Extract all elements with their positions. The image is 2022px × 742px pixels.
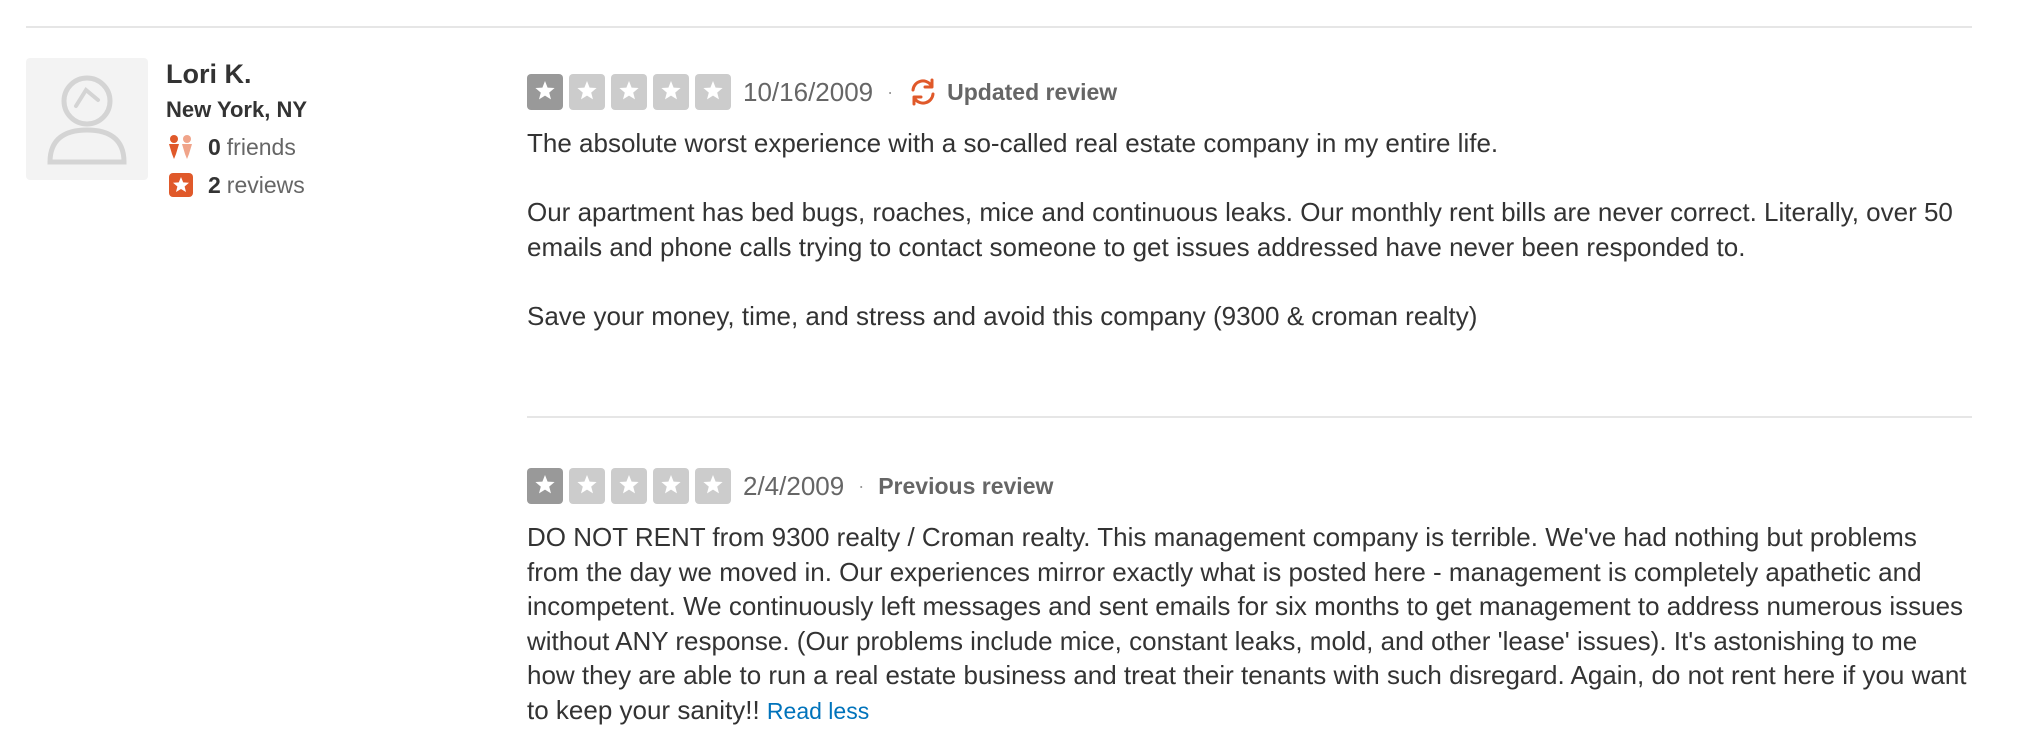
star-rating [527,468,731,504]
reviews-label: reviews [226,172,305,198]
review-date: 2/4/2009 [743,470,845,501]
review-paragraph: Our apartment has bed bugs, roaches, mic… [527,197,1953,262]
review-divider [527,416,1972,418]
review-paragraph: DO NOT RENT from 9300 realty / Croman re… [527,520,1972,728]
reviews-count: 2 [208,172,221,198]
user-reviews-stat: 2 reviews [166,170,307,200]
top-divider [26,26,1972,28]
star-filled-icon [527,74,563,110]
star-badge-icon [166,172,196,198]
star-empty-icon [569,74,605,110]
review-paragraph-text: DO NOT RENT from 9300 realty / Croman re… [527,522,1967,725]
review-text: DO NOT RENT from 9300 realty / Croman re… [527,520,1972,728]
friends-label: friends [226,134,296,160]
refresh-icon [907,76,939,108]
user-friends-stat: 0 friends [166,132,307,162]
review-type-label: Previous review [878,472,1054,499]
review-type-label: Updated review [947,78,1118,105]
review-date: 10/16/2009 [743,76,874,107]
meta-separator: · [858,475,865,496]
meta-separator: · [887,81,894,102]
review-paragraph: The absolute worst experience with a so-… [527,128,1499,158]
star-rating [527,74,731,110]
star-filled-icon [527,468,563,504]
review-meta: 10/16/2009 · Updated review [527,74,1972,110]
star-empty-icon [611,468,647,504]
user-location: New York, NY [166,97,308,122]
user-name[interactable]: Lori K. [166,58,307,90]
review-paragraph: Save your money, time, and stress and av… [527,300,1478,331]
default-avatar-icon [47,75,127,165]
review-previous: 2/4/2009 · Previous review DO NOT RENT f… [527,468,1972,728]
friends-icon [166,134,196,160]
review-updated: 10/16/2009 · Updated review The absolute… [527,74,1972,333]
star-empty-icon [695,74,731,110]
review-text: The absolute worst experience with a so-… [527,126,1972,333]
star-empty-icon [695,468,731,504]
star-empty-icon [611,74,647,110]
star-empty-icon [653,468,689,504]
user-info: Lori K. New York, NY 0 friends 2 reviews [166,58,307,200]
star-empty-icon [653,74,689,110]
friends-count: 0 [208,134,221,160]
read-less-link[interactable]: Read less [767,698,869,724]
user-avatar[interactable] [26,58,148,180]
star-empty-icon [569,468,605,504]
review-meta: 2/4/2009 · Previous review [527,468,1972,504]
